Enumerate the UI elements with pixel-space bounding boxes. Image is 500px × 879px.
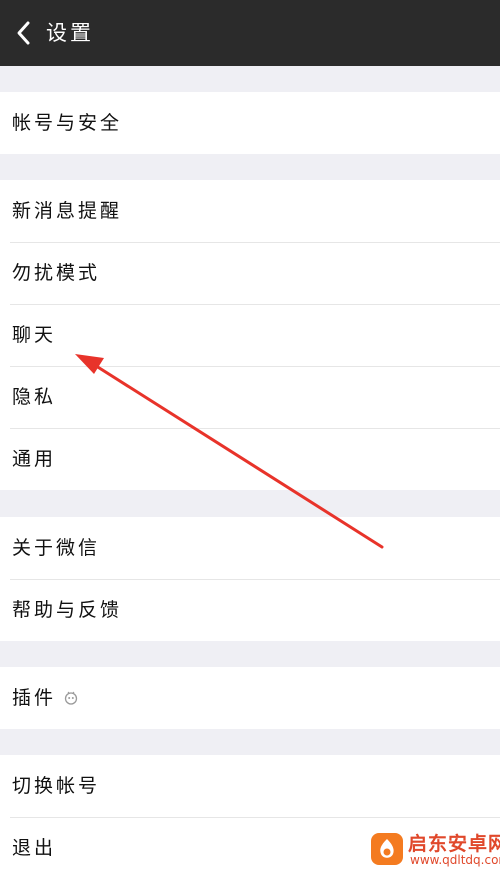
page-title: 设置 — [46, 21, 94, 45]
setting-item-label: 勿扰模式 — [12, 262, 101, 284]
setting-item-label: 关于微信 — [12, 537, 101, 559]
settings-group-main: 新消息提醒 勿扰模式 聊天 隐私 通用 — [0, 180, 500, 490]
setting-item-chat[interactable]: 聊天 — [0, 304, 500, 366]
setting-item-help-feedback[interactable]: 帮助与反馈 — [0, 579, 500, 641]
setting-item-new-message-alerts[interactable]: 新消息提醒 — [0, 180, 500, 242]
watermark-logo-icon — [371, 833, 403, 865]
title-bar: 设置 — [0, 0, 500, 66]
setting-item-plugins[interactable]: 插件 — [0, 667, 500, 729]
setting-item-about-wechat[interactable]: 关于微信 — [0, 517, 500, 579]
setting-item-label: 新消息提醒 — [12, 200, 123, 222]
setting-item-label: 聊天 — [12, 324, 57, 346]
setting-item-label: 帮助与反馈 — [12, 599, 123, 621]
watermark-title: 启东安卓网 — [408, 833, 500, 855]
setting-item-general[interactable]: 通用 — [0, 428, 500, 490]
plugin-icon — [64, 691, 78, 705]
setting-item-account-security[interactable]: 帐号与安全 — [0, 92, 500, 154]
setting-item-label: 通用 — [12, 448, 57, 470]
back-button[interactable] — [4, 11, 44, 55]
chevron-left-icon — [17, 21, 30, 45]
setting-item-privacy[interactable]: 隐私 — [0, 366, 500, 428]
setting-item-label: 退出 — [12, 837, 57, 859]
settings-group-plugins: 插件 — [0, 667, 500, 729]
setting-item-label: 隐私 — [12, 386, 57, 408]
setting-item-label: 切换帐号 — [12, 775, 101, 797]
setting-item-label: 帐号与安全 — [12, 112, 123, 134]
settings-group-account: 帐号与安全 — [0, 92, 500, 154]
setting-item-do-not-disturb[interactable]: 勿扰模式 — [0, 242, 500, 304]
setting-item-label: 插件 — [12, 687, 57, 709]
setting-item-switch-account[interactable]: 切换帐号 — [0, 755, 500, 817]
watermark-url: www.qdltdq.com — [410, 853, 500, 867]
settings-group-about: 关于微信 帮助与反馈 — [0, 517, 500, 641]
site-watermark: 启东安卓网 www.qdltdq.com — [370, 826, 500, 871]
